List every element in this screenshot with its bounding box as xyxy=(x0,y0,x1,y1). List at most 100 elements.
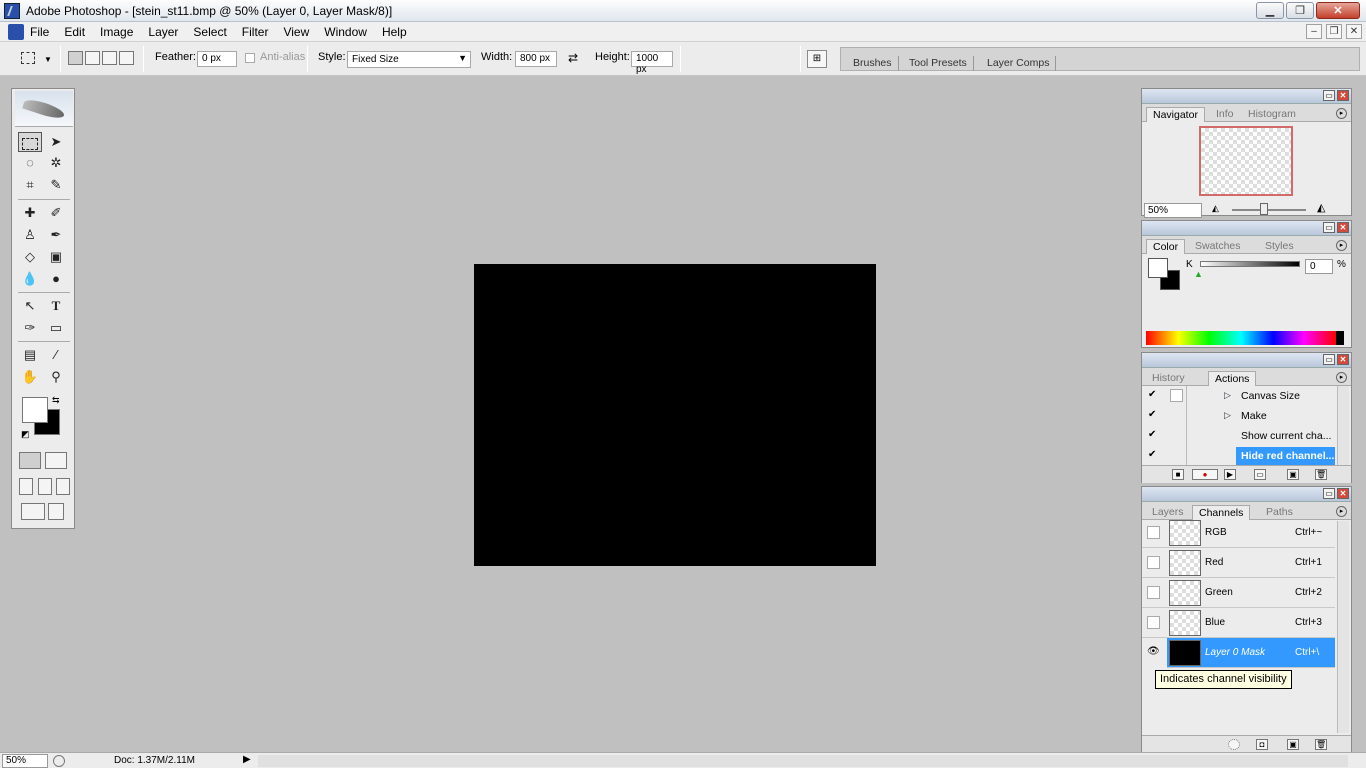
screen-mode-standard-icon[interactable] xyxy=(19,478,33,495)
panel-titlebar[interactable]: ▭ ✕ xyxy=(1142,221,1351,236)
document-icon[interactable] xyxy=(8,24,24,40)
minimize-panel-icon[interactable]: ▭ xyxy=(1323,90,1335,101)
marquee-tool[interactable] xyxy=(18,132,42,152)
close-panel-icon[interactable]: ✕ xyxy=(1337,488,1349,499)
action-row[interactable]: ✔ ▷ Canvas Size xyxy=(1142,386,1335,406)
tab-histogram[interactable]: Histogram xyxy=(1242,107,1302,122)
tab-navigator[interactable]: Navigator xyxy=(1146,107,1205,122)
blur-tool-icon[interactable]: 💧 xyxy=(18,269,42,289)
clone-stamp-tool-icon[interactable]: ♙ xyxy=(18,225,42,245)
minimize-panel-icon[interactable]: ▭ xyxy=(1323,354,1335,365)
slice-tool-icon[interactable]: ✎ xyxy=(44,175,68,195)
panel-menu-icon[interactable]: ▸ xyxy=(1336,108,1347,119)
notes-tool-icon[interactable]: ▤ xyxy=(18,345,42,365)
antialias-checkbox[interactable] xyxy=(245,53,255,63)
maximize-button[interactable]: ❐ xyxy=(1286,2,1314,19)
trash-icon[interactable]: 🗑 xyxy=(1315,739,1327,750)
close-panel-icon[interactable]: ✕ xyxy=(1337,90,1349,101)
dialog-toggle-box[interactable] xyxy=(1170,389,1183,402)
healing-brush-tool-icon[interactable]: ✚ xyxy=(18,203,42,223)
close-panel-icon[interactable]: ✕ xyxy=(1337,354,1349,365)
channel-row-layer-mask[interactable]: Layer 0 Mask Ctrl+\ xyxy=(1167,638,1335,668)
imageready-jump-icon[interactable] xyxy=(21,503,45,520)
doc-minimize-button[interactable]: – xyxy=(1306,24,1322,39)
expand-triangle-icon[interactable]: ▷ xyxy=(1224,390,1231,401)
tab-swatches[interactable]: Swatches xyxy=(1189,239,1247,254)
action-row-selected[interactable]: ✔ Hide red channel... xyxy=(1142,446,1335,466)
minimize-panel-icon[interactable]: ▭ xyxy=(1323,488,1335,499)
move-tool-icon[interactable]: ➤ xyxy=(44,132,68,152)
menu-file[interactable]: File xyxy=(30,25,49,39)
menu-layer[interactable]: Layer xyxy=(148,25,178,39)
status-info-icon[interactable] xyxy=(53,755,65,767)
document-canvas[interactable] xyxy=(474,264,876,566)
trash-icon[interactable]: 🗑 xyxy=(1315,469,1327,480)
screen-mode-full-icon[interactable] xyxy=(56,478,70,495)
quick-mask-mode-button[interactable] xyxy=(45,452,67,469)
pen-tool-icon[interactable]: ✑ xyxy=(18,318,42,338)
tab-history[interactable]: History xyxy=(1146,371,1191,386)
play-icon[interactable]: ▶ xyxy=(1224,469,1236,480)
doc-close-button[interactable]: ✕ xyxy=(1346,24,1362,39)
load-selection-icon[interactable] xyxy=(1228,739,1240,750)
zoom-in-icon[interactable]: ◭ xyxy=(1317,201,1325,214)
dodge-tool-icon[interactable]: ● xyxy=(44,269,68,289)
k-slider-track[interactable] xyxy=(1200,261,1300,267)
color-spectrum-bar[interactable] xyxy=(1146,331,1344,345)
type-tool-icon[interactable]: T xyxy=(44,296,68,316)
save-selection-icon[interactable]: ◘ xyxy=(1256,739,1268,750)
new-channel-icon[interactable]: ▣ xyxy=(1287,739,1299,750)
standard-mode-button[interactable] xyxy=(19,452,41,469)
navigator-preview[interactable] xyxy=(1199,126,1293,196)
eye-icon[interactable]: 👁 xyxy=(1147,646,1160,659)
channel-row-blue[interactable]: Blue Ctrl+3 xyxy=(1142,608,1335,638)
new-set-icon[interactable]: ▭ xyxy=(1254,469,1266,480)
tab-tool-presets[interactable]: Tool Presets xyxy=(903,56,974,71)
status-zoom-input[interactable]: 50% xyxy=(2,754,48,768)
menu-filter[interactable]: Filter xyxy=(242,25,269,39)
height-input[interactable]: 1000 px xyxy=(631,51,673,75)
k-slider-handle[interactable]: ▲ xyxy=(1194,269,1203,279)
crop-tool-icon[interactable]: ⌗ xyxy=(18,175,42,195)
style-select[interactable]: Fixed Size ▼ xyxy=(347,51,471,68)
visibility-toggle[interactable] xyxy=(1147,586,1160,599)
intersect-selection-icon[interactable] xyxy=(119,51,134,65)
tool-preset-picker[interactable]: ▼ xyxy=(18,50,52,68)
navigator-zoom-input[interactable]: 50% xyxy=(1144,203,1202,218)
hand-tool-icon[interactable]: ✋ xyxy=(18,367,42,387)
new-selection-icon[interactable] xyxy=(68,51,83,65)
menu-image[interactable]: Image xyxy=(100,25,133,39)
menu-edit[interactable]: Edit xyxy=(64,25,85,39)
zoom-slider-track[interactable] xyxy=(1232,209,1306,211)
zoom-out-icon[interactable]: ◭ xyxy=(1212,203,1219,214)
eraser-tool-icon[interactable]: ◇ xyxy=(18,247,42,267)
panel-titlebar[interactable]: ▭ ✕ xyxy=(1142,353,1351,368)
screen-mode-full-menu-icon[interactable] xyxy=(38,478,52,495)
shape-tool-icon[interactable]: ▭ xyxy=(44,318,68,338)
doc-restore-button[interactable]: ❐ xyxy=(1326,24,1342,39)
panel-titlebar[interactable]: ▭ ✕ xyxy=(1142,487,1351,502)
close-panel-icon[interactable]: ✕ xyxy=(1337,222,1349,233)
gradient-tool-icon[interactable]: ▣ xyxy=(44,247,68,267)
action-toggle-checkbox[interactable]: ✔ xyxy=(1148,430,1159,441)
visibility-toggle[interactable] xyxy=(1147,556,1160,569)
jump-icon[interactable] xyxy=(48,503,64,520)
width-input[interactable]: 800 px xyxy=(515,51,557,67)
palette-well-icon[interactable]: ⊞ xyxy=(807,50,827,68)
menu-view[interactable]: View xyxy=(283,25,309,39)
tab-color[interactable]: Color xyxy=(1146,239,1186,254)
magic-wand-tool-icon[interactable]: ✲ xyxy=(44,153,68,173)
eyedropper-tool-icon[interactable]: ⁄ xyxy=(44,345,68,365)
swap-colors-icon[interactable]: ⇆ xyxy=(52,395,60,406)
status-menu-arrow-icon[interactable]: ▶ xyxy=(243,754,251,765)
actions-scrollbar[interactable] xyxy=(1337,386,1349,466)
tab-layer-comps[interactable]: Layer Comps xyxy=(981,56,1057,71)
expand-triangle-icon[interactable]: ▷ xyxy=(1224,410,1231,421)
path-selection-tool-icon[interactable]: ↖ xyxy=(18,296,42,316)
add-selection-icon[interactable] xyxy=(85,51,100,65)
k-value-input[interactable]: 0 xyxy=(1305,259,1333,274)
action-row[interactable]: ✔ ▷ Make xyxy=(1142,406,1335,426)
tab-brushes[interactable]: Brushes xyxy=(847,56,899,71)
menu-help[interactable]: Help xyxy=(382,25,407,39)
default-colors-icon[interactable]: ◩ xyxy=(21,429,30,440)
